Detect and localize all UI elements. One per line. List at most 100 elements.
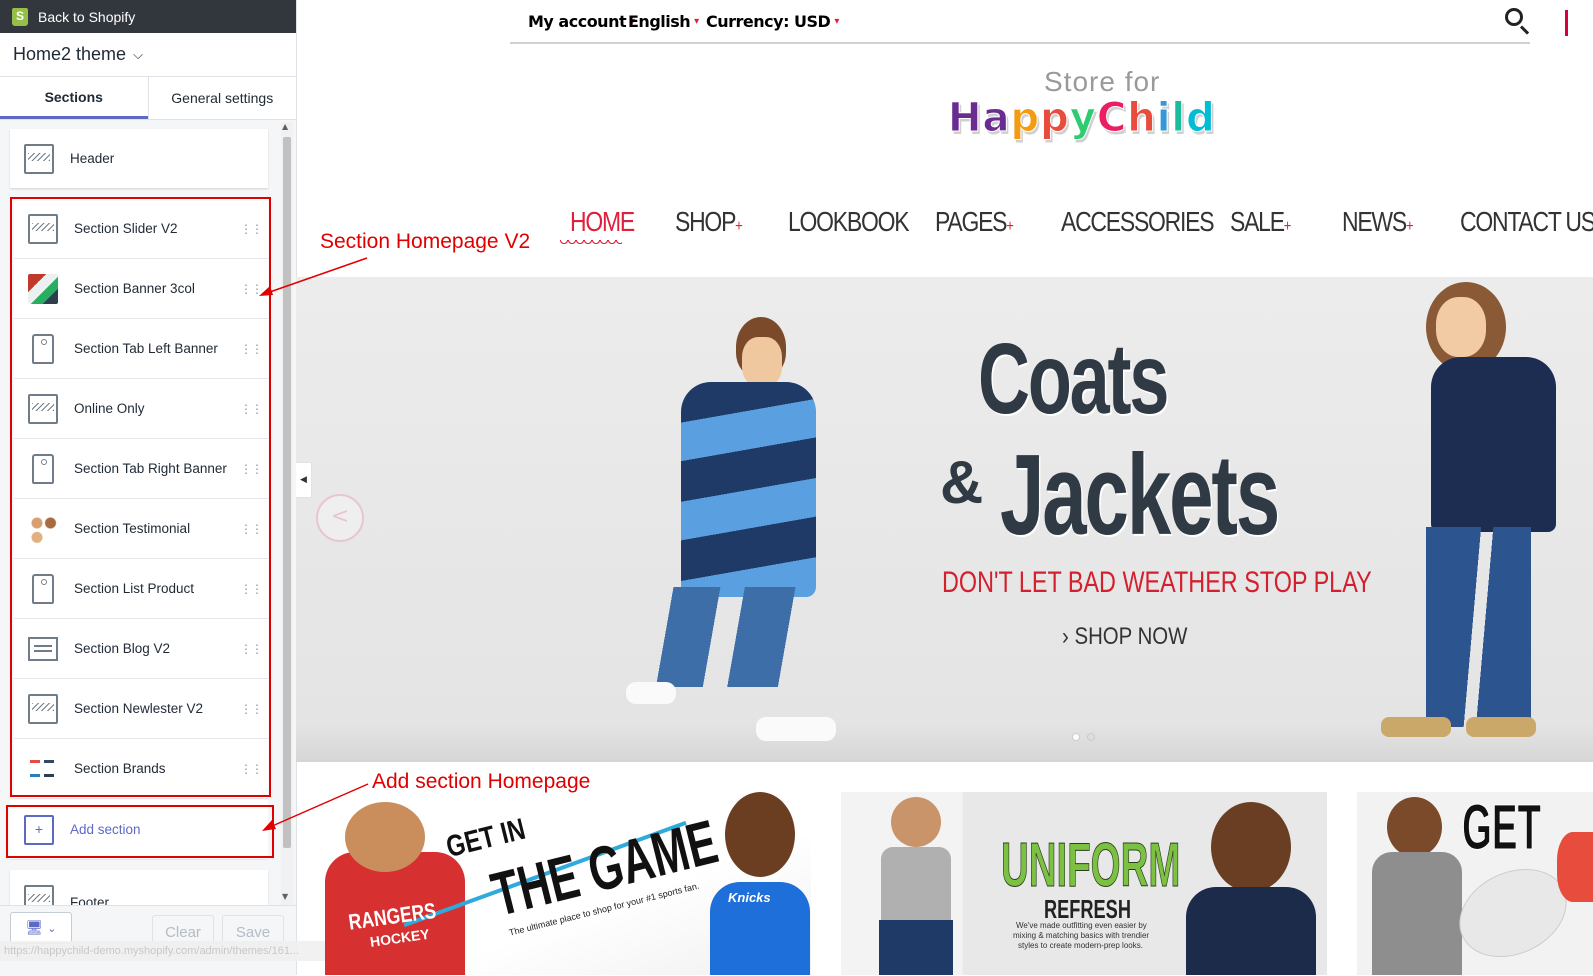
search-icon[interactable] [1505,8,1523,26]
banner-uniform-big: UNIFORM [1001,831,1181,901]
active-nav-underline [560,240,622,246]
banner-game-shirt-text: Knicks [728,890,771,905]
language-dropdown[interactable]: English ▾ [628,12,699,31]
layout-icon [24,884,54,905]
add-section-highlight-box [6,805,274,858]
chevron-down-icon: ▾ [694,16,699,27]
logo-letter: p [1010,95,1041,142]
chevron-down-icon: ▾ [834,16,839,27]
nav-item-home[interactable]: HOME [570,206,635,238]
tab-general-settings[interactable]: General settings [147,77,297,119]
device-preview-toggle[interactable]: 🖥 ⌄ [10,912,72,944]
currency-dropdown[interactable]: Currency: USD ▾ [706,12,839,31]
hero-headline-ampersand: & [940,449,984,516]
hero-headline-line2: Jackets [1000,432,1280,559]
logo-letter: i [1156,95,1172,142]
sidebar-item-footer[interactable]: Footer [10,870,268,905]
nav-label: SHOP [675,206,736,237]
hero-image-girl-jacket [1431,357,1556,532]
hero-image-girl-face [1436,297,1486,357]
editor-tabs: Sections General settings [0,77,296,120]
logo-letter: C [1096,95,1128,142]
hero-image-boy-coat [681,382,816,597]
nav-label: ACCESSORIES [1061,206,1215,237]
sidebar-item-label: Footer [70,895,110,905]
logo-letter: y [1069,95,1097,142]
logo-letter: l [1171,95,1187,142]
hero-image-boy-jeans [636,587,806,687]
scroll-up-arrow-icon[interactable]: ▲ [282,122,288,131]
cart-edge-marker [1565,10,1568,36]
annotation-section-homepage: Section Homepage V2 [320,230,531,253]
nav-label: HOME [570,206,635,237]
happychild-logo[interactable]: HappyChild [947,95,1216,142]
banner-get-big: GET [1462,792,1542,864]
sections-highlight-box [10,197,271,797]
scroll-down-arrow-icon[interactable]: ▼ [282,892,288,901]
plus-icon: + [1006,218,1014,235]
back-to-shopify-link[interactable]: Back to Shopify [0,0,296,33]
theme-name: Home2 theme [13,44,127,64]
theme-selector[interactable]: Home2 theme ⌵ [0,33,296,77]
slider-dot[interactable] [1072,733,1080,741]
nav-item-lookbook[interactable]: LOOKBOOK [788,206,910,238]
logo-letter: a [982,95,1011,142]
banner-image-hoodie [1372,852,1462,975]
hero-slider[interactable] [296,277,1593,762]
hero-headline-line1: Coats [978,323,1169,435]
layout-icon [24,143,54,174]
banner-image-shorts [879,920,953,975]
desktop-icon: 🖥 [25,920,44,936]
banner-image-kid [1211,802,1291,892]
banner-image-kid [891,797,941,847]
banner-image-shirt [881,847,951,922]
scrollbar-thumb[interactable] [283,137,291,848]
nav-label: NEWS [1342,206,1407,237]
logo-tagline: Store for [1044,66,1161,97]
currency-label: Currency: USD [706,12,831,31]
collapse-sidebar-icon[interactable]: ◀ [296,462,312,498]
banner-get-in-the-game[interactable]: GET IN THE GAME The ultimate place to sh… [325,792,811,975]
slider-dot[interactable] [1087,733,1095,741]
hero-image-girl-jeans [1426,527,1531,727]
banner-uniform-refresh[interactable]: UNIFORM REFRESH We've made outfitting ev… [841,792,1327,975]
nav-item-pages[interactable]: PAGES+ [935,206,1014,238]
annotation-arrow-icon [259,257,368,296]
nav-item-contact-us[interactable]: CONTACT US [1460,206,1593,238]
banner-uniform-small: mixing & matching basics with trendier [1013,931,1150,940]
nav-label: LOOKBOOK [788,206,910,237]
nav-item-sale[interactable]: SALE+ [1230,206,1292,238]
banner-image-shirt [1186,887,1316,975]
nav-item-shop[interactable]: SHOP+ [675,206,743,238]
plus-icon: + [1405,218,1414,235]
sidebar-item-header[interactable]: Header [10,129,268,188]
my-account-dropdown[interactable]: My account ▾ [528,12,635,31]
banner-image-kid [1387,797,1442,857]
logo-letter: H [947,95,983,142]
banner-get[interactable]: GET [1357,792,1593,975]
slider-prev-arrow-icon[interactable]: < [316,494,364,542]
banner-image-shirt [1557,832,1593,902]
hero-image-boy-shoe [626,682,676,704]
back-to-shopify-label: Back to Shopify [38,8,136,25]
nav-label: PAGES [935,206,1007,237]
my-account-label: My account [528,12,627,31]
chevron-down-icon: ⌄ [47,921,57,935]
nav-label: SALE [1230,206,1285,237]
nav-item-accessories[interactable]: ACCESSORIES [1061,206,1215,238]
hero-image-boy-face [742,337,782,387]
nav-item-news[interactable]: NEWS+ [1342,206,1414,238]
annotation-arrow-icon [262,783,369,831]
annotation-add-section: Add section Homepage [372,770,591,793]
plus-icon: + [1283,218,1292,235]
hero-tagline: DON'T LET BAD WEATHER STOP PLAY [942,566,1372,599]
banner-uniform-small: styles to create modern-prep looks. [1018,941,1143,950]
banner-uniform-small: We've made outfitting even easier by [1016,921,1147,930]
shop-now-link[interactable]: › SHOP NOW [1062,623,1187,651]
tab-sections[interactable]: Sections [0,77,148,119]
hero-image-girl-shoe [1466,717,1536,737]
logo-letter: p [1040,95,1070,142]
logo-letter: d [1186,95,1216,142]
nav-label: CONTACT US [1460,206,1593,237]
sidebar-item-label: Header [70,151,115,166]
